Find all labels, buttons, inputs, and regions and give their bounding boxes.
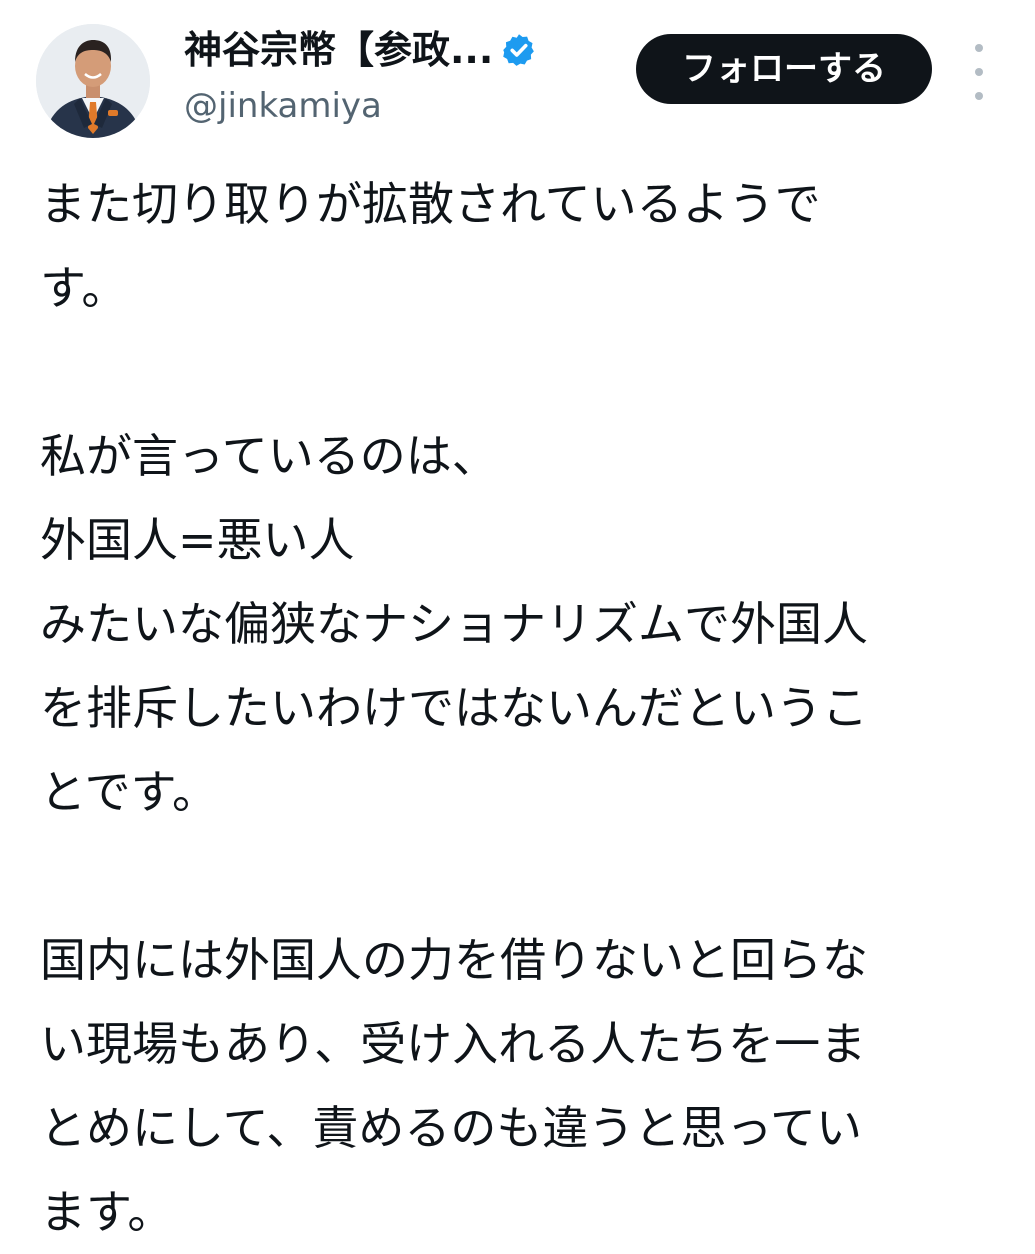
- tweet-line: とです。: [40, 765, 219, 819]
- more-vertical-icon[interactable]: [964, 44, 994, 100]
- verified-badge-icon: [501, 32, 537, 68]
- follow-button[interactable]: フォローする: [636, 34, 932, 104]
- avatar[interactable]: [36, 24, 150, 138]
- tweet-line: を排斥したいわけではないんだというこ: [40, 681, 868, 735]
- author-name-row[interactable]: 神谷宗幣【参政...: [184, 26, 537, 74]
- tweet-line: 私が言っているのは、: [40, 429, 498, 483]
- tweet-line: す。: [40, 261, 128, 315]
- tweet-line: 国内には外国人の力を借りないと回らな: [40, 933, 868, 987]
- tweet-line: また切り取りが拡散されているようで: [40, 177, 821, 231]
- tweet-line: 外国人=悪い人: [40, 513, 355, 567]
- tweet-line: とめにして、責めるのも違うと思ってい: [40, 1101, 863, 1155]
- tweet-line: い現場もあり、受け入れる人たちを一ま: [40, 1017, 867, 1071]
- tweet-line: ます。: [40, 1185, 174, 1239]
- more-dot: [975, 44, 983, 52]
- tweet-text: また切り取りが拡散されているようで す。 私が言っているのは、 外国人=悪い人 …: [40, 162, 1000, 1254]
- more-dot: [975, 68, 983, 76]
- author-handle[interactable]: @jinkamiya: [184, 84, 382, 128]
- more-dot: [975, 92, 983, 100]
- tweet-line: みたいな偏狭なナショナリズムで外国人: [40, 597, 868, 651]
- profile-photo-icon: [36, 24, 150, 138]
- tweet-header: 神谷宗幣【参政... @jinkamiya フォローする: [0, 0, 1035, 150]
- author-display-name[interactable]: 神谷宗幣【参政...: [184, 26, 493, 74]
